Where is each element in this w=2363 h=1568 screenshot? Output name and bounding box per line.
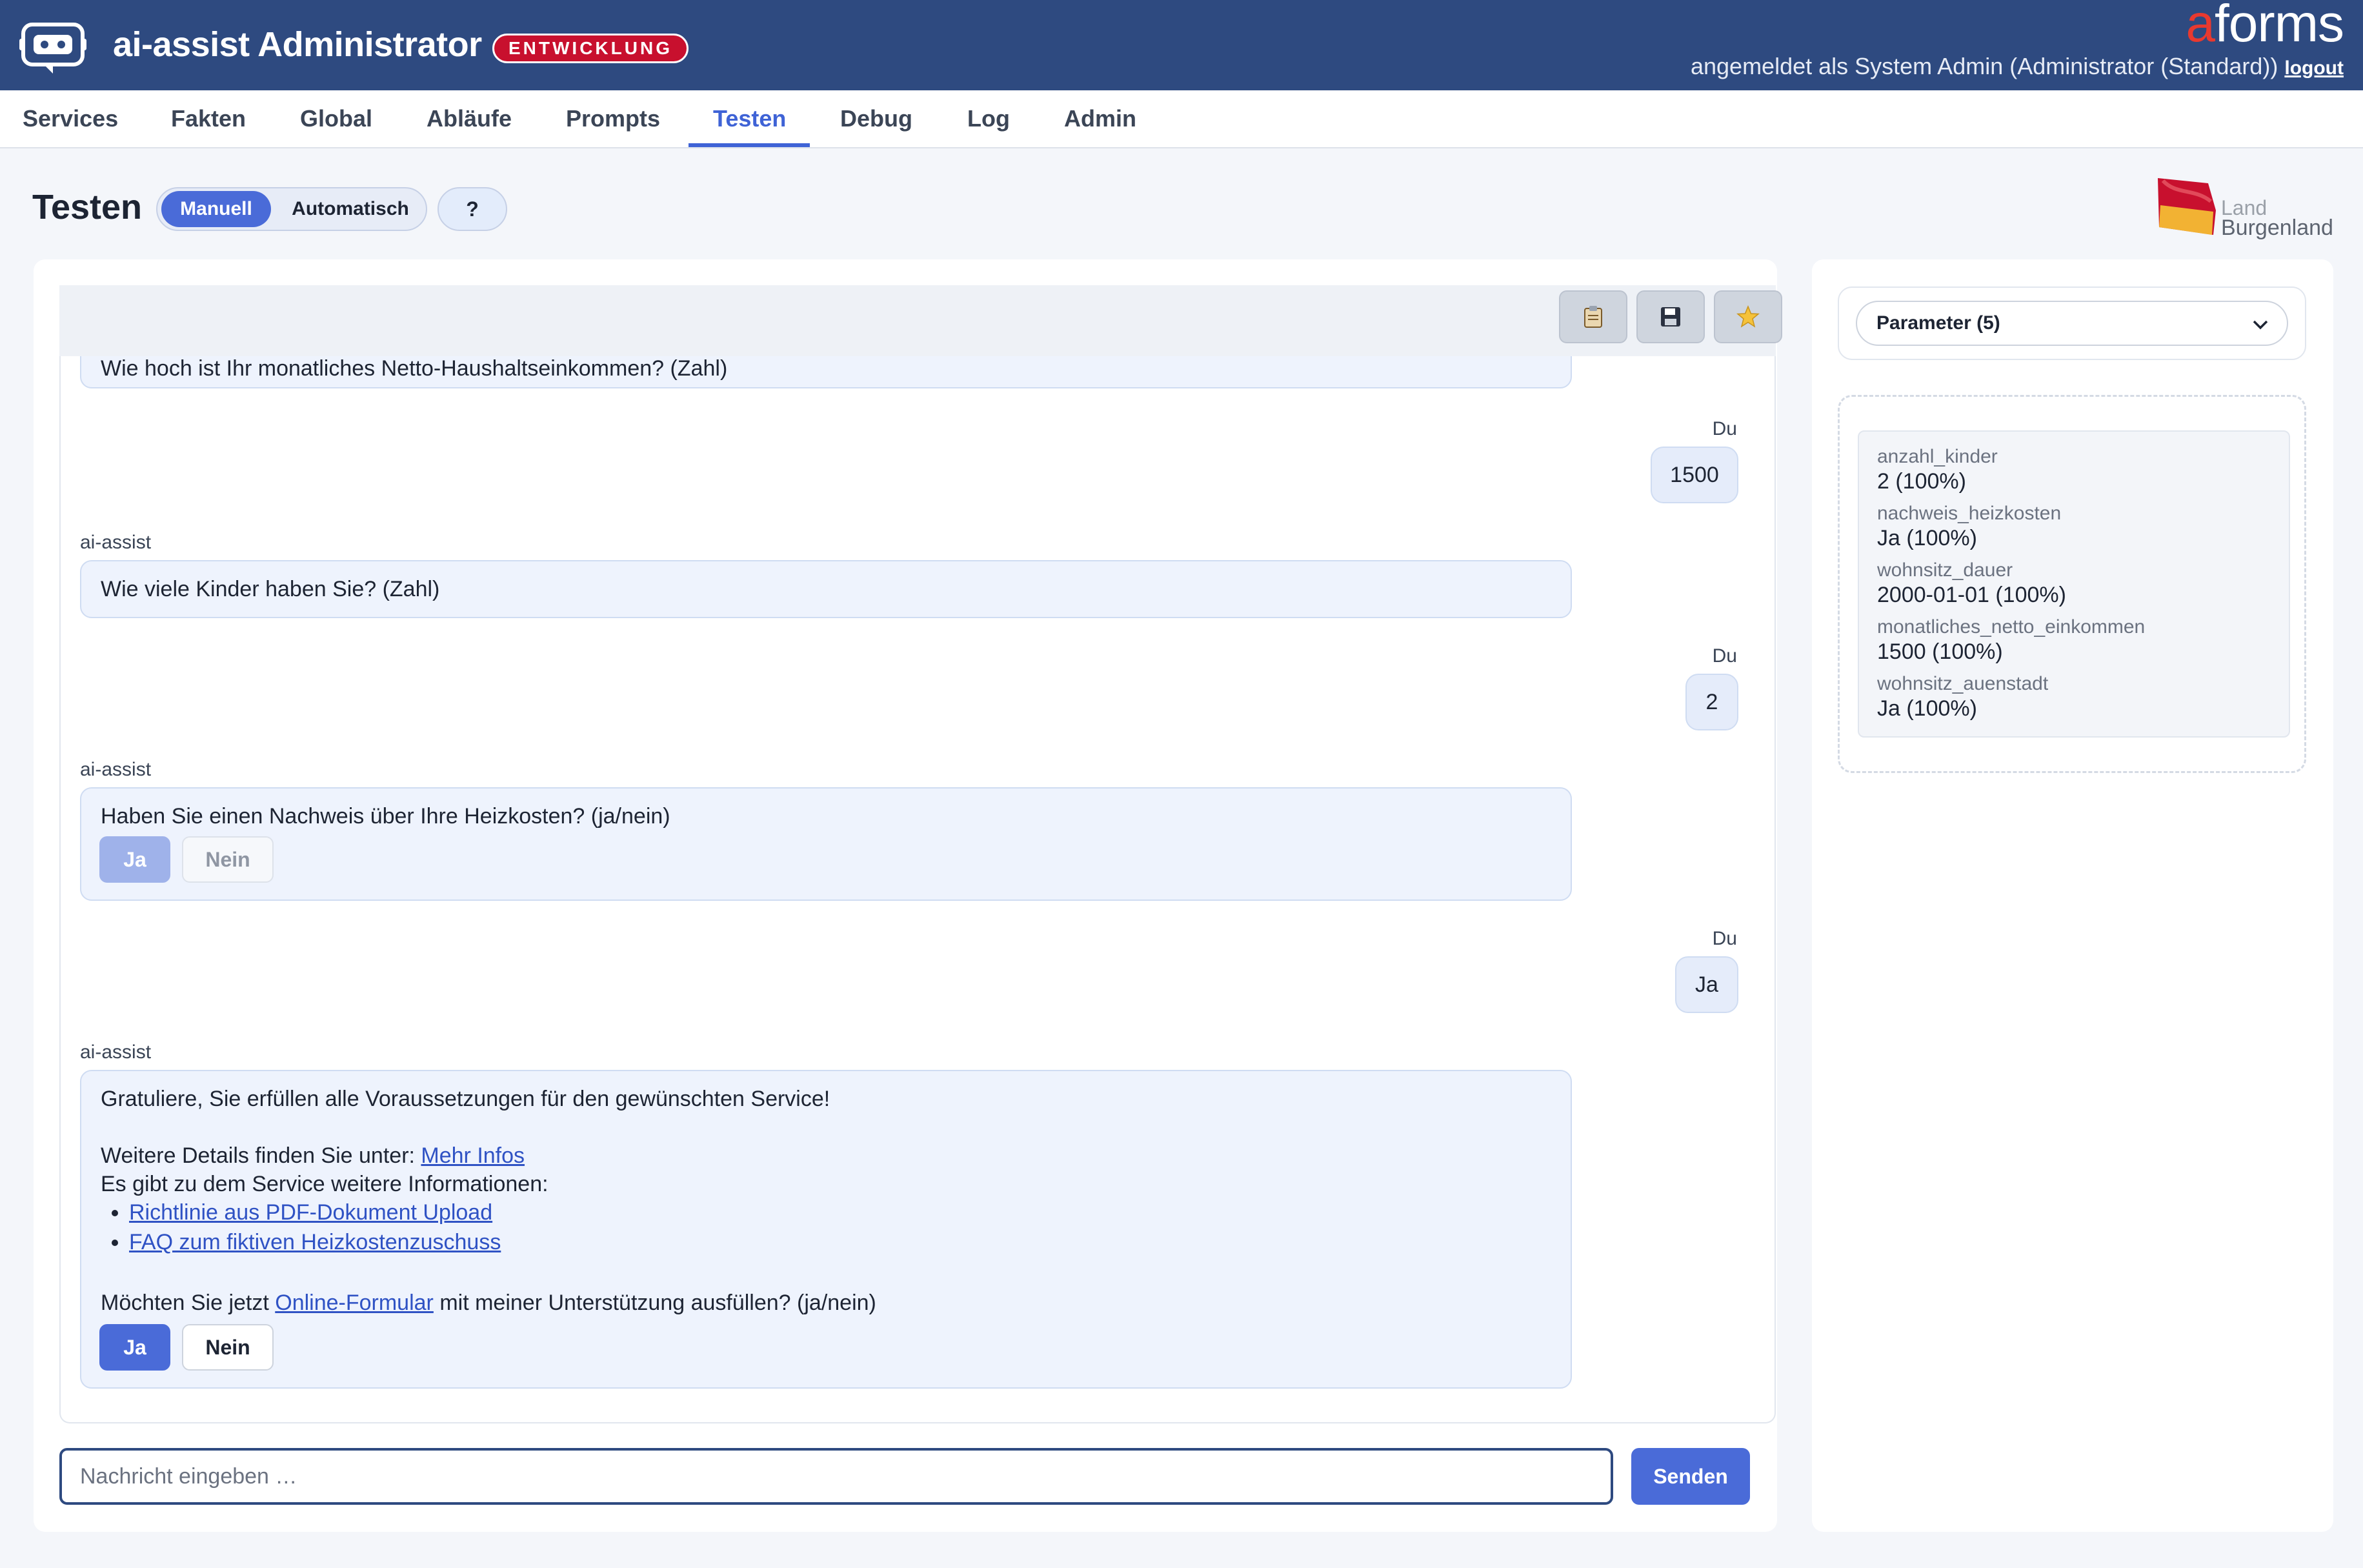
answer-yes-button[interactable]: Ja	[99, 1324, 170, 1371]
send-button[interactable]: Senden	[1631, 1448, 1750, 1505]
bot-label: ai-assist	[80, 759, 152, 780]
fact-value: Ja (100%)	[1877, 696, 1977, 721]
fact-value: 1500 (100%)	[1877, 639, 2003, 664]
question-line: Möchten Sie jetzt Online-Formular mit me…	[101, 1291, 876, 1316]
question-prefix: Möchten Sie jetzt	[101, 1291, 276, 1315]
parameter-select[interactable]: Parameter (5)	[1856, 301, 2288, 346]
bot-message-text: Haben Sie einen Nachweis über Ihre Heizk…	[101, 804, 670, 829]
nav-global[interactable]: Global	[297, 90, 375, 147]
more-info-link[interactable]: Mehr Infos	[421, 1143, 525, 1168]
nav-ablaeufe[interactable]: Abläufe	[424, 90, 514, 147]
parameter-select-container: Parameter (5)	[1838, 286, 2306, 360]
brand-logo: aforms	[2186, 0, 2344, 54]
user-message: Ja	[1675, 956, 1738, 1013]
bot-label: ai-assist	[80, 532, 152, 553]
nav-log[interactable]: Log	[965, 90, 1012, 147]
main-navigation: Services Fakten Global Abläufe Prompts T…	[0, 90, 2363, 148]
save-button[interactable]	[1636, 290, 1705, 343]
bot-label: ai-assist	[80, 1041, 152, 1063]
details-line: Weitere Details finden Sie unter: Mehr I…	[101, 1143, 525, 1169]
more-info-text: Es gibt zu dem Service weitere Informati…	[101, 1172, 548, 1196]
list-item: FAQ zum fiktiven Heizkostenzuschuss	[129, 1230, 501, 1260]
nav-fakten[interactable]: Fakten	[168, 90, 248, 147]
bot-message: Gratuliere, Sie erfüllen alle Voraussetz…	[80, 1070, 1572, 1389]
state-logo: Land Burgenland	[2157, 176, 2337, 243]
fact-key: monatliches_netto_einkommen	[1877, 616, 2146, 638]
app-title: ai-assist Administrator	[113, 25, 482, 64]
guideline-pdf-link[interactable]: Richtlinie aus PDF-Dokument Upload	[129, 1200, 492, 1225]
facts-container: anzahl_kinder 2 (100%) nachweis_heizkost…	[1838, 395, 2306, 773]
fact-value: 2000-01-01 (100%)	[1877, 583, 2066, 607]
mode-manual-button[interactable]: Manuell	[161, 191, 271, 227]
top-bar: ai-assist Administrator ENTWICKLUNG afor…	[0, 0, 2363, 90]
bot-message: Haben Sie einen Nachweis über Ihre Heizk…	[80, 787, 1572, 901]
fact-key: anzahl_kinder	[1877, 446, 1998, 467]
nav-admin[interactable]: Admin	[1061, 90, 1139, 147]
mode-toggle: Manuell Automatisch	[156, 187, 427, 231]
chat-toolbar	[59, 285, 1782, 356]
login-info: angemeldet als System Admin (Administrat…	[1691, 53, 2344, 80]
question-suffix: mit meiner Unterstützung ausfüllen? (ja/…	[433, 1291, 876, 1315]
nav-debug[interactable]: Debug	[838, 90, 915, 147]
chevron-down-icon	[2253, 320, 2268, 330]
facts-list: anzahl_kinder 2 (100%) nachweis_heizkost…	[1858, 430, 2290, 738]
user-label: Du	[1712, 928, 1737, 949]
logout-link[interactable]: logout	[2284, 57, 2344, 79]
user-label: Du	[1712, 645, 1737, 667]
faq-link[interactable]: FAQ zum fiktiven Heizkostenzuschuss	[129, 1230, 501, 1254]
parameter-select-label: Parameter (5)	[1876, 312, 2000, 334]
flag-icon	[2158, 178, 2216, 235]
bot-message: Wie viele Kinder haben Sie? (Zahl)	[80, 560, 1572, 618]
nav-testen[interactable]: Testen	[710, 90, 789, 147]
answer-yes-button-disabled: Ja	[99, 836, 170, 883]
user-message: 2	[1685, 674, 1738, 730]
brand-logo-text: forms	[2215, 0, 2344, 53]
message-list: Wie hoch ist Ihr monatliches Netto-Haush…	[59, 356, 1776, 1423]
bot-message: Wie hoch ist Ihr monatliches Netto-Haush…	[80, 356, 1572, 388]
nav-services[interactable]: Services	[20, 90, 121, 147]
star-button[interactable]	[1714, 290, 1782, 343]
chat-panel: Wie hoch ist Ihr monatliches Netto-Haush…	[34, 259, 1782, 1532]
user-message: 1500	[1651, 447, 1738, 503]
fact-key: wohnsitz_auenstadt	[1877, 673, 2049, 694]
answer-no-button[interactable]: Nein	[182, 1324, 274, 1371]
active-tab-indicator	[689, 143, 810, 147]
help-button[interactable]: ?	[437, 187, 507, 231]
fact-value: 2 (100%)	[1877, 469, 1966, 494]
robot-logo-icon	[19, 23, 86, 74]
answer-no-button-disabled: Nein	[182, 836, 274, 883]
fact-value: Ja (100%)	[1877, 526, 1977, 550]
page-title: Testen	[32, 188, 143, 226]
info-link-list: Richtlinie aus PDF-Dokument Upload FAQ z…	[112, 1200, 501, 1260]
mode-automatic-button[interactable]: Automatisch	[277, 191, 423, 227]
list-item: Richtlinie aus PDF-Dokument Upload	[129, 1200, 501, 1230]
bot-message-text: Wie hoch ist Ihr monatliches Netto-Haush…	[101, 356, 728, 381]
clipboard-icon	[1584, 306, 1602, 328]
star-icon	[1736, 305, 1760, 328]
bot-message-text: Gratuliere, Sie erfüllen alle Voraussetz…	[101, 1087, 830, 1111]
message-input[interactable]	[59, 1448, 1613, 1505]
fact-key: nachweis_heizkosten	[1877, 503, 2062, 524]
details-prefix: Weitere Details finden Sie unter:	[101, 1143, 421, 1168]
save-icon	[1661, 307, 1680, 327]
bot-message-text: Wie viele Kinder haben Sie? (Zahl)	[101, 577, 440, 601]
user-label: Du	[1712, 418, 1737, 439]
parameter-panel: Parameter (5) anzahl_kinder 2 (100%) nac…	[1812, 259, 2333, 1532]
nav-prompts[interactable]: Prompts	[563, 90, 663, 147]
environment-badge: ENTWICKLUNG	[492, 34, 689, 63]
clipboard-button[interactable]	[1559, 290, 1627, 343]
online-form-link[interactable]: Online-Formular	[275, 1291, 434, 1315]
login-status-text: angemeldet als System Admin (Administrat…	[1690, 53, 2278, 79]
fact-key: wohnsitz_dauer	[1877, 559, 2013, 581]
state-logo-burgenland: Burgenland	[2221, 216, 2333, 240]
brand-logo-accent: a	[2186, 0, 2215, 53]
